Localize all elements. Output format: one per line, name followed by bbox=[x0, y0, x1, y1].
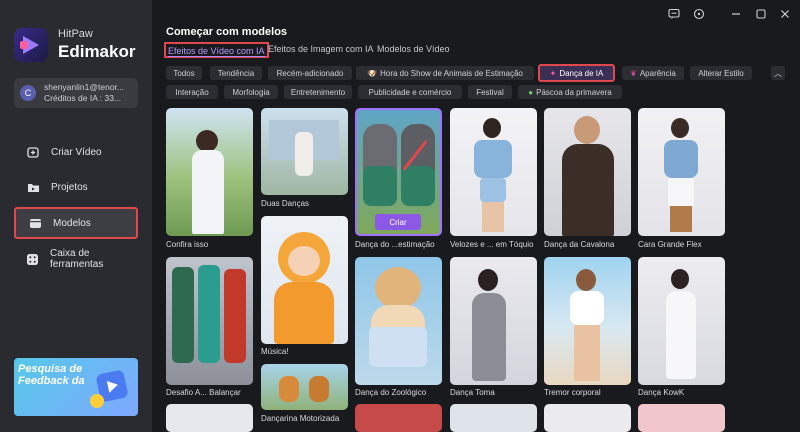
settings-icon[interactable] bbox=[691, 6, 707, 22]
template-card[interactable] bbox=[166, 404, 253, 432]
template-caption: Desafio A... Balançar bbox=[166, 388, 241, 397]
template-caption: Dança do ...estimação bbox=[355, 240, 435, 249]
pet-icon: 🐶 bbox=[367, 68, 378, 78]
maximize-icon[interactable] bbox=[753, 6, 769, 22]
chip-interaction[interactable]: Interação bbox=[166, 85, 218, 99]
template-caption: Dança da Cavalona bbox=[544, 240, 615, 249]
chip-new[interactable]: Recém-adicionado bbox=[268, 66, 352, 80]
template-caption: Dança KowK bbox=[638, 388, 685, 397]
brand-small: HitPaw bbox=[58, 27, 93, 40]
template-caption: Confira isso bbox=[166, 240, 209, 249]
dance-icon: ✦ bbox=[549, 68, 557, 78]
template-caption: Duas Danças bbox=[261, 199, 310, 208]
feedback-text: Pesquisa de Feedback da bbox=[18, 363, 85, 387]
chip-change-style[interactable]: Alterar Estilo bbox=[690, 66, 752, 80]
chevron-up-icon[interactable]: ︿ bbox=[771, 66, 785, 80]
add-video-icon bbox=[26, 145, 40, 159]
chip-festival[interactable]: Festival bbox=[468, 85, 512, 99]
template-caption: Cara Grande Flex bbox=[638, 240, 702, 249]
template-caption: Dança do Zoológico bbox=[355, 388, 427, 397]
template-card[interactable] bbox=[544, 108, 631, 236]
template-card[interactable] bbox=[638, 108, 725, 236]
account-credits: Créditos de IA : 33... bbox=[44, 93, 122, 103]
tab-ai-video-effects[interactable]: Efeitos de Vídeo com IA bbox=[164, 42, 269, 58]
message-icon[interactable] bbox=[666, 6, 682, 22]
template-card[interactable] bbox=[544, 257, 631, 385]
nav-label: Modelos bbox=[53, 217, 91, 229]
chip-advertising[interactable]: Publicidade e comércio bbox=[358, 85, 462, 99]
template-card[interactable] bbox=[450, 108, 537, 236]
folder-icon bbox=[26, 180, 40, 194]
template-caption: Tremor corporal bbox=[544, 388, 601, 397]
chip-entertainment[interactable]: Entretenimento bbox=[284, 85, 352, 99]
account-panel[interactable]: C shenyanlin1@tenor... Créditos de IA : … bbox=[14, 78, 138, 108]
brand-large: Edimakor bbox=[58, 42, 136, 62]
template-card[interactable] bbox=[261, 364, 348, 410]
tab-ai-image-effects[interactable]: Efeitos de Imagem com IA bbox=[268, 42, 374, 58]
account-email: shenyanlin1@tenor... bbox=[44, 81, 124, 92]
create-button[interactable]: Criar bbox=[375, 214, 421, 230]
minimize-icon[interactable] bbox=[728, 6, 744, 22]
nav-label: Criar Vídeo bbox=[51, 146, 102, 158]
chip-label: Hora do Show de Animais de Estimação bbox=[380, 68, 523, 78]
templates-icon bbox=[28, 216, 42, 230]
close-icon[interactable] bbox=[777, 6, 793, 22]
easter-egg-icon: ● bbox=[528, 87, 534, 97]
template-card[interactable] bbox=[261, 108, 348, 195]
tab-video-templates[interactable]: Modelos de Vídeo bbox=[377, 42, 450, 58]
chip-spring-easter[interactable]: ● Páscoa da primavera bbox=[518, 85, 622, 99]
toolbox-icon bbox=[26, 252, 39, 266]
nav-toolbox[interactable]: Caixa de ferramentas bbox=[14, 243, 138, 275]
nav-templates[interactable]: Modelos bbox=[14, 207, 138, 239]
chip-pet-show[interactable]: 🐶 Hora do Show de Animais de Estimação bbox=[356, 66, 534, 80]
nav-create-video[interactable]: Criar Vídeo bbox=[14, 136, 138, 168]
template-caption: Velozes e ... em Tóquio bbox=[450, 240, 534, 249]
chip-appearance[interactable]: ❦ Aparência bbox=[622, 66, 684, 80]
chip-all[interactable]: Todos bbox=[166, 66, 202, 80]
template-card[interactable] bbox=[638, 404, 725, 432]
template-caption: Dançarina Motorizada bbox=[261, 414, 340, 423]
emoji-icon bbox=[90, 394, 104, 408]
chip-ai-dance[interactable]: ✦ Dança de IA bbox=[538, 64, 615, 82]
chip-morphology[interactable]: Morfologia bbox=[224, 85, 278, 99]
nav-label: Projetos bbox=[51, 181, 88, 193]
template-caption: Dança Toma bbox=[450, 388, 495, 397]
chip-label: Aparência bbox=[639, 68, 676, 78]
app-logo-icon bbox=[14, 28, 48, 62]
chip-label: Páscoa da primavera bbox=[536, 87, 612, 97]
avatar: C bbox=[20, 85, 36, 101]
template-card[interactable] bbox=[261, 216, 348, 344]
template-card[interactable] bbox=[355, 404, 442, 432]
nav-projects[interactable]: Projetos bbox=[14, 171, 138, 203]
template-caption: Música! bbox=[261, 347, 289, 356]
app-window: HitPaw Edimakor C shenyanlin1@tenor... C… bbox=[0, 0, 800, 432]
template-card[interactable] bbox=[450, 257, 537, 385]
appearance-icon: ❦ bbox=[630, 68, 637, 78]
template-card[interactable] bbox=[638, 257, 725, 385]
template-card[interactable] bbox=[450, 404, 537, 432]
brand: HitPaw Edimakor bbox=[14, 28, 135, 62]
chip-label: Dança de IA bbox=[559, 68, 604, 78]
template-card[interactable] bbox=[166, 257, 253, 385]
template-card[interactable] bbox=[166, 108, 253, 236]
nav-label: Caixa de ferramentas bbox=[50, 248, 104, 270]
template-card[interactable] bbox=[355, 257, 442, 385]
page-title: Começar com modelos bbox=[166, 26, 288, 38]
feedback-banner[interactable]: Pesquisa de Feedback da bbox=[14, 358, 138, 416]
template-card[interactable] bbox=[544, 404, 631, 432]
sidebar: HitPaw Edimakor C shenyanlin1@tenor... C… bbox=[0, 0, 152, 432]
chip-trending[interactable]: Tendência bbox=[210, 66, 262, 80]
